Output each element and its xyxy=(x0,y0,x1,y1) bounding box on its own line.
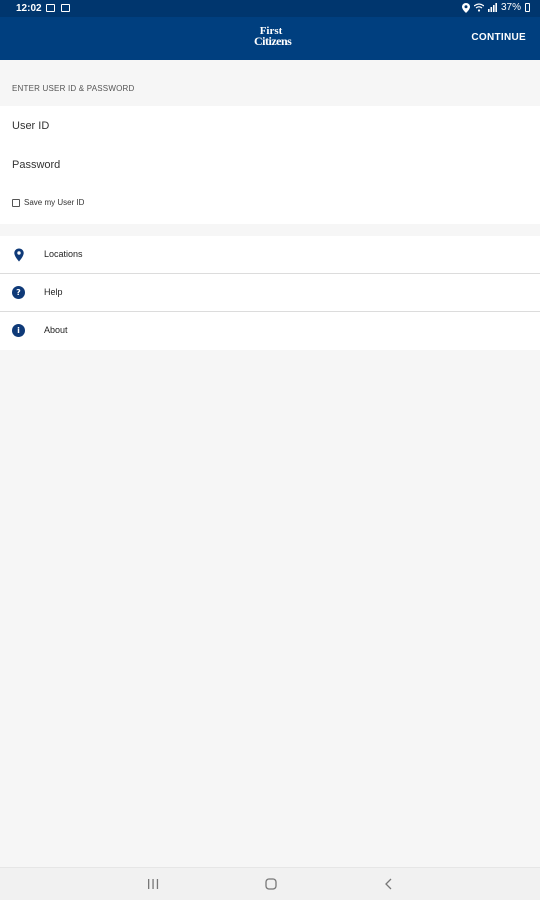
menu-item-locations[interactable]: Locations xyxy=(0,236,540,274)
status-bar: 12:02 37% xyxy=(0,0,540,17)
continue-button[interactable]: CONTINUE xyxy=(471,32,526,43)
menu-label-help: Help xyxy=(44,287,63,297)
system-nav-bar xyxy=(0,867,540,900)
back-icon[interactable] xyxy=(380,876,398,892)
location-icon xyxy=(461,2,470,13)
info-icon: i xyxy=(12,324,25,337)
app-bar: First Citizens CONTINUE xyxy=(0,17,540,60)
location-pin-icon xyxy=(14,248,24,262)
save-user-id-label: Save my User ID xyxy=(24,198,85,207)
recent-apps-icon[interactable] xyxy=(144,876,162,892)
save-user-id-checkbox[interactable] xyxy=(12,198,20,207)
status-right: 37% xyxy=(461,2,530,13)
signal-icon xyxy=(487,3,497,12)
save-user-id-row[interactable]: Save my User ID xyxy=(12,198,84,207)
battery-percent: 37% xyxy=(500,2,521,13)
logo-line2: Citizens xyxy=(254,34,292,49)
brand-logo: First Citizens xyxy=(254,25,292,50)
battery-icon xyxy=(525,3,530,12)
menu-item-help[interactable]: ? Help xyxy=(0,274,540,312)
section-title: ENTER USER ID & PASSWORD xyxy=(12,84,135,93)
menu-item-about[interactable]: i About xyxy=(0,312,540,350)
user-id-input[interactable] xyxy=(12,108,528,144)
help-icon: ? xyxy=(12,286,25,299)
menu-label-about: About xyxy=(44,325,68,335)
login-form: Save my User ID xyxy=(0,106,540,224)
menu-label-locations: Locations xyxy=(44,249,83,259)
notification-icon xyxy=(61,4,70,12)
status-time: 12:02 xyxy=(16,3,42,14)
password-input[interactable] xyxy=(12,147,528,183)
menu-list: Locations ? Help i About xyxy=(0,236,540,350)
image-icon xyxy=(46,4,55,12)
wifi-icon xyxy=(473,3,484,12)
home-icon[interactable] xyxy=(262,876,280,892)
